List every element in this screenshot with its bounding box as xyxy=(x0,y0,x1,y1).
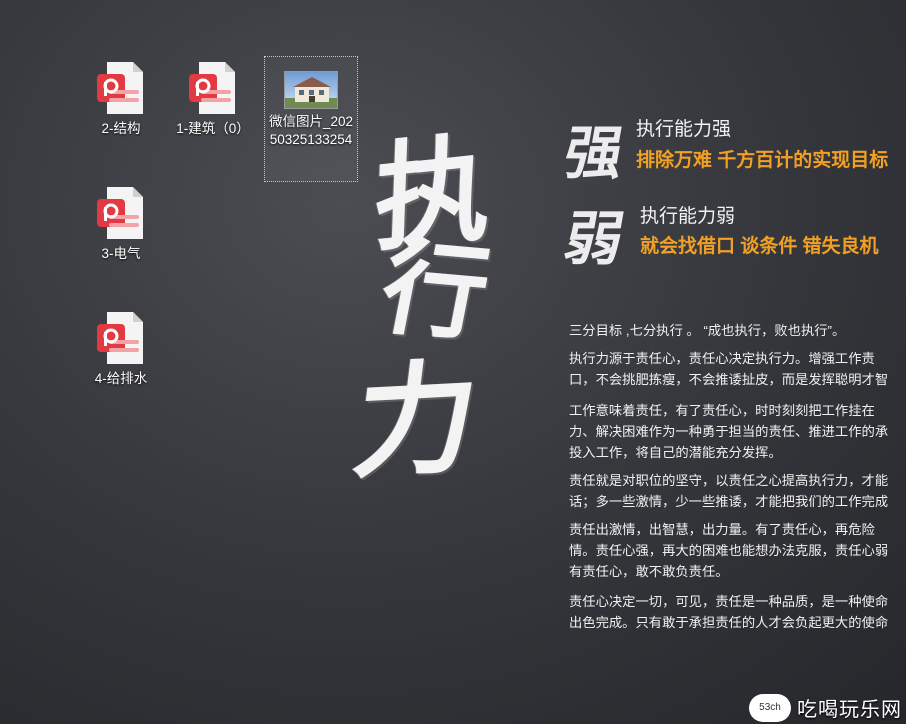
paragraph-line: 执行力源于责任心，责任心决定执行力。增强工作责 xyxy=(569,351,875,366)
weak-subtitle: 就会找借口 谈条件 错失良机 xyxy=(640,236,879,257)
icon-label: 2-结构 xyxy=(101,121,141,136)
wallpaper-paragraph: 责任心决定一切，可见，责任是一种品质，是一种使命 出色完成。只有敢于承担责任的人… xyxy=(569,591,906,633)
paragraph-line: 投入工作，将自己的潜能充分发挥。 xyxy=(569,445,782,460)
wallpaper-paragraph: 工作意味着责任，有了责任心，时时刻刻把工作挂在 力、解决困难作为一种勇于担当的责… xyxy=(569,400,906,463)
watermark-badge: 53ch xyxy=(749,693,791,722)
paragraph-line: 话；多一些激情，少一些推诿，才能把我们的工作完成 xyxy=(569,494,889,509)
paragraph-line: 力、解决困难作为一种勇于担当的责任、推进工作的承 xyxy=(569,424,889,439)
wallpaper-char-strong: 强 xyxy=(559,119,630,187)
strong-title: 执行能力强 xyxy=(636,119,732,140)
wallpaper-char-li: 力 xyxy=(345,344,484,496)
desktop-icon-electrical-pdf[interactable]: 3-电气 xyxy=(75,185,167,263)
pdf-file-icon xyxy=(189,62,235,114)
desktop-icon-structure-pdf[interactable]: 2-结构 xyxy=(75,60,167,138)
icon-label: 4-给排水 xyxy=(94,371,148,386)
paragraph-line: 责任出激情，出智慧，出力量。有了责任心，再危险 xyxy=(569,522,875,537)
icon-label: 微信图片_20250325133254 xyxy=(268,114,354,147)
pdf-file-icon xyxy=(97,62,143,114)
desktop-icon-architecture-pdf[interactable]: 1-建筑（0） xyxy=(167,60,259,138)
wallpaper-paragraph: 执行力源于责任心，责任心决定执行力。增强工作责 口，不会挑肥拣瘦，不会推诿扯皮，… xyxy=(569,348,906,390)
strong-subtitle: 排除万难 千方百计的实现目标 xyxy=(636,150,889,171)
wallpaper-paragraph: 责任就是对职位的坚守，以责任之心提高执行力，才能 话；多一些激情，少一些推诿，才… xyxy=(569,470,906,512)
watermark-text: 吃喝玩乐网 xyxy=(797,699,902,721)
wallpaper-char-weak: 弱 xyxy=(559,205,630,273)
paragraph-line: 工作意味着责任，有了责任心，时时刻刻把工作挂在 xyxy=(569,403,875,418)
desktop-icon-wechat-image[interactable]: 微信图片_20250325133254 xyxy=(264,56,358,182)
paragraph-line: 三分目标 ,七分执行 。 “成也执行，败也执行”。 xyxy=(569,323,846,338)
paragraph-line: 有责任心，敢不敢负责任。 xyxy=(569,564,729,579)
paragraph-line: 情。责任心强，再大的困难也能想办法克服，责任心弱 xyxy=(569,543,889,558)
wallpaper-paragraph: 三分目标 ,七分执行 。 “成也执行，败也执行”。 xyxy=(569,320,906,341)
paragraph-line: 责任就是对职位的坚守，以责任之心提高执行力，才能 xyxy=(569,473,889,488)
pdf-file-icon xyxy=(97,312,143,364)
paragraph-line: 口，不会挑肥拣瘦，不会推诿扯皮，而是发挥聪明才智 xyxy=(569,372,889,387)
paragraph-line: 出色完成。只有敢于承担责任的人才会负起更大的使命 xyxy=(569,615,889,630)
desktop: 2-结构 1-建筑（0） 微信图片_20250325133254 3-电气 4-… xyxy=(0,0,906,724)
image-thumbnail-icon xyxy=(284,71,338,109)
pdf-file-icon xyxy=(97,187,143,239)
icon-label: 1-建筑（0） xyxy=(176,121,250,136)
icon-label: 3-电气 xyxy=(101,246,141,261)
site-watermark: 53ch 吃喝玩乐网 xyxy=(749,693,902,722)
paragraph-line: 责任心决定一切，可见，责任是一种品质，是一种使命 xyxy=(569,594,889,609)
weak-title: 执行能力弱 xyxy=(640,206,736,227)
wallpaper-paragraph: 责任出激情，出智慧，出力量。有了责任心，再危险 情。责任心强，再大的困难也能想办… xyxy=(569,519,906,582)
desktop-icon-plumbing-pdf[interactable]: 4-给排水 xyxy=(75,310,167,388)
